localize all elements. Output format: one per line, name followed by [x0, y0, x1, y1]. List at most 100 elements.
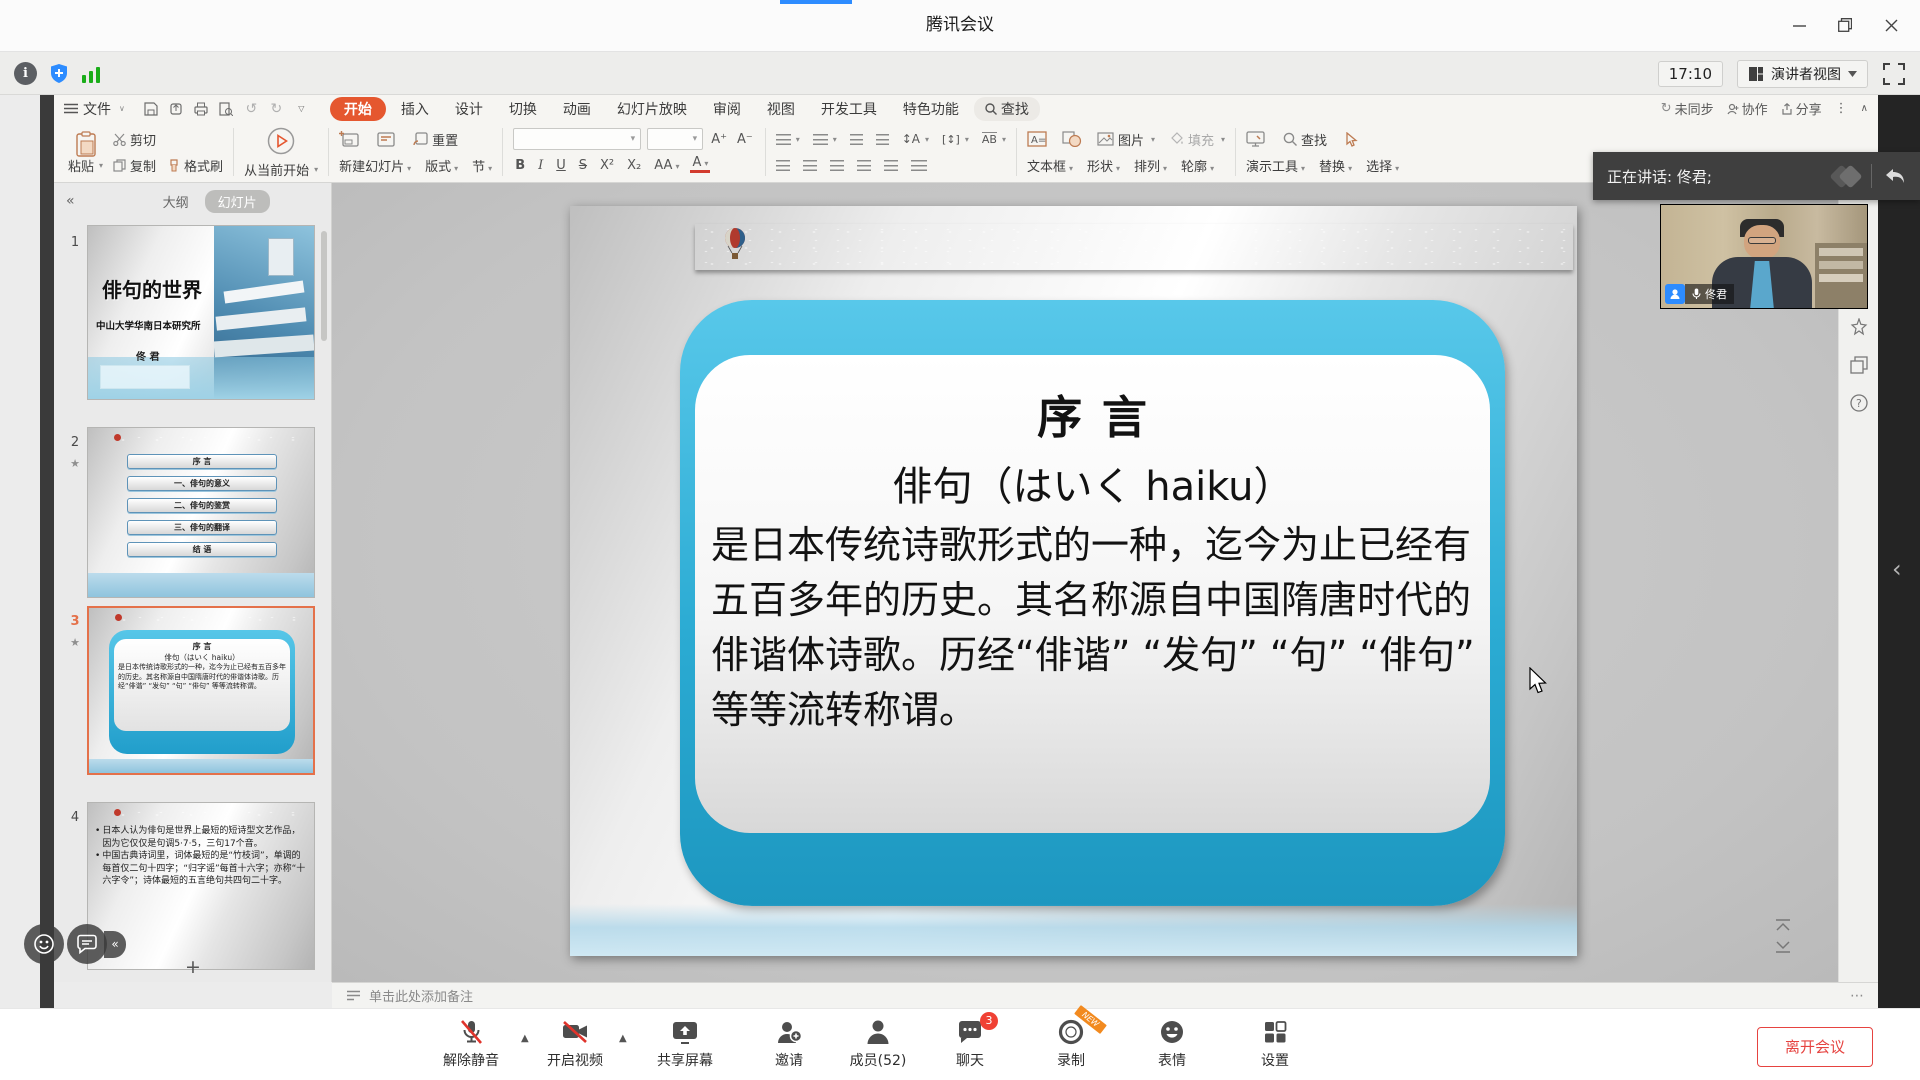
play-from-current-button[interactable]: 从当前开始▾ [236, 126, 326, 178]
floating-emoji-button[interactable] [24, 924, 64, 964]
columns-icon[interactable] [911, 160, 927, 171]
tab-design[interactable]: 设计 [444, 97, 494, 121]
notes-bar[interactable]: 单击此处添加备注 ⋯ [332, 982, 1878, 1008]
character-spacing-button[interactable]: AA▾ [652, 158, 681, 173]
bold-button[interactable]: B [513, 158, 527, 173]
slide-canvas[interactable]: 序 言 俳句（はいく haiku） 是日本传统诗歌形式的一种，迄今为止已经有五百… [332, 183, 1838, 982]
more-commands-icon[interactable]: ▽ [293, 100, 310, 117]
notes-more-icon[interactable]: ⋯ [1850, 988, 1864, 1004]
save-icon[interactable] [143, 100, 160, 117]
replace-button[interactable]: 替换▾ [1319, 156, 1352, 175]
redo-icon[interactable]: ↻ [268, 100, 285, 117]
thumbnail-item-1[interactable]: 1 俳句的世界 中山大学华南日本研究所 佟 君 [54, 225, 332, 405]
tab-home[interactable]: 开始 [330, 97, 386, 121]
view-mode-dropdown[interactable]: 演讲者视图 [1737, 60, 1868, 88]
effects-wand-icon[interactable] [1850, 318, 1868, 336]
more-menu-icon[interactable]: ⋮ [1835, 101, 1848, 116]
camera-options-caret[interactable]: ▲ [619, 1033, 627, 1044]
font-family-select[interactable]: ▾ [513, 128, 641, 150]
tab-features[interactable]: 特色功能 [892, 97, 970, 121]
record-button[interactable]: NEW 录制 [1029, 1018, 1113, 1070]
tab-developer[interactable]: 开发工具 [810, 97, 888, 121]
mic-options-caret[interactable]: ▲ [521, 1033, 529, 1044]
collapse-ribbon-icon[interactable]: ∧ [1861, 103, 1868, 114]
print-icon[interactable] [193, 100, 210, 117]
slide-1-thumbnail[interactable]: 俳句的世界 中山大学华南日本研究所 佟 君 [87, 225, 315, 400]
numbered-list-button[interactable]: ▾ [813, 134, 837, 145]
find-button[interactable]: 查找 [1283, 130, 1327, 149]
underline-button[interactable]: U [554, 158, 568, 173]
slide-3-thumbnail[interactable]: 序 言 俳句（はいく haiku） 是日本传统诗歌形式的一种，迄今为止已经有五百… [87, 606, 315, 775]
chat-button[interactable]: 3 聊天 [928, 1018, 1012, 1070]
collaborate-button[interactable]: 协作 [1727, 99, 1768, 118]
reply-arrow-icon[interactable] [1884, 167, 1906, 185]
sync-status[interactable]: ↻未同步 [1661, 99, 1714, 118]
share-button[interactable]: 分享 [1781, 99, 1822, 118]
cut-button[interactable]: 剪切 [113, 127, 223, 151]
collapse-panel-icon[interactable]: « [66, 193, 75, 209]
invite-button[interactable]: 邀请 [747, 1018, 831, 1070]
minimize-button[interactable] [1776, 0, 1822, 50]
layout-button[interactable]: 版式▾ [425, 156, 458, 175]
print-preview-icon[interactable] [218, 100, 235, 117]
undo-icon[interactable]: ↺ [243, 100, 260, 117]
align-right-icon[interactable] [830, 160, 844, 171]
network-signal-icon[interactable] [81, 64, 101, 84]
strikethrough-button[interactable]: S [577, 158, 589, 173]
font-color-button[interactable]: A▾ [690, 157, 710, 173]
align-left-icon[interactable] [776, 160, 790, 171]
text-direction-button[interactable]: [↕]▾ [942, 133, 969, 146]
presenter-screen-icon[interactable] [1246, 131, 1265, 147]
tab-view[interactable]: 视图 [756, 97, 806, 121]
fill-button[interactable]: 填充▾ [1170, 130, 1225, 149]
current-slide[interactable]: 序 言 俳句（はいく haiku） 是日本传统诗歌形式的一种，迄今为止已经有五百… [570, 206, 1577, 956]
thumbnail-item-2[interactable]: 2 ★ 序 言 一、俳句的意义 二、俳句的鉴赏 三、俳句的翻译 结 语 [54, 427, 332, 603]
present-tools-button[interactable]: 演示工具▾ [1246, 156, 1305, 175]
thumbnail-item-3[interactable]: 3 ★ 序 言 俳句（はいく haiku） 是日本传统诗歌形式的一种，迄今为止已… [54, 606, 332, 782]
speaking-status-bar[interactable]: 正在讲话: 佟君; [1593, 152, 1920, 200]
reactions-button[interactable]: 表情 [1130, 1018, 1214, 1070]
bullet-list-button[interactable]: ▾ [776, 134, 800, 145]
maximize-button[interactable] [1822, 0, 1868, 50]
copy-button[interactable]: 复制 [113, 156, 156, 175]
reset-button[interactable]: 重置 [413, 130, 458, 149]
fullscreen-icon[interactable] [1882, 62, 1906, 86]
help-icon[interactable]: ? [1850, 394, 1868, 412]
outline-tab[interactable]: 大纲 [163, 192, 189, 211]
members-button[interactable]: 成员(52) [836, 1018, 920, 1070]
settings-button[interactable]: 设置 [1233, 1018, 1317, 1070]
tab-insert[interactable]: 插入 [390, 97, 440, 121]
thumbnail-scrollbar[interactable] [321, 231, 327, 341]
tab-slideshow[interactable]: 幻灯片放映 [606, 97, 698, 121]
new-slide-button[interactable]: 新建幻灯片▾ [339, 156, 411, 175]
tab-review[interactable]: 审阅 [702, 97, 752, 121]
align-center-icon[interactable] [803, 160, 817, 171]
outline-button[interactable]: 轮廓▾ [1181, 156, 1214, 175]
subscript-button[interactable]: X₂ [625, 158, 643, 173]
file-menu[interactable]: 文件 ∨ [64, 99, 125, 119]
superscript-button[interactable]: X² [598, 158, 616, 173]
export-icon[interactable] [168, 100, 185, 117]
arrange-button[interactable]: 排列▾ [1134, 156, 1167, 175]
slides-tab[interactable]: 幻灯片 [205, 190, 270, 213]
textbox-button[interactable]: 文本框▾ [1027, 156, 1073, 175]
layout-icon[interactable] [377, 132, 395, 147]
shape-button[interactable]: 形状▾ [1087, 156, 1120, 175]
close-button[interactable] [1868, 0, 1914, 50]
decrease-font-button[interactable]: A⁻ [735, 132, 755, 147]
textframe-icon[interactable]: A= [1027, 131, 1047, 147]
decrease-indent-button[interactable] [850, 134, 863, 145]
format-painter-button[interactable]: 格式刷 [168, 156, 223, 175]
unmute-button[interactable]: 解除静音 [429, 1018, 513, 1070]
speaker-video-tile[interactable]: 佟君 [1660, 204, 1868, 309]
leave-meeting-button[interactable]: 离开会议 [1757, 1027, 1873, 1067]
expand-panel-chevron[interactable]: ‹ [1892, 555, 1902, 583]
meeting-info-icon[interactable]: i [14, 62, 37, 85]
paste-button[interactable]: 粘贴▾ [68, 131, 103, 173]
font-size-select[interactable]: ▾ [647, 128, 703, 150]
select-button[interactable]: 选择▾ [1366, 156, 1399, 175]
start-video-button[interactable]: 开启视频 [533, 1018, 617, 1070]
switch-window-icon[interactable] [1850, 356, 1868, 374]
tab-animation[interactable]: 动画 [552, 97, 602, 121]
justify-icon[interactable] [857, 160, 871, 171]
